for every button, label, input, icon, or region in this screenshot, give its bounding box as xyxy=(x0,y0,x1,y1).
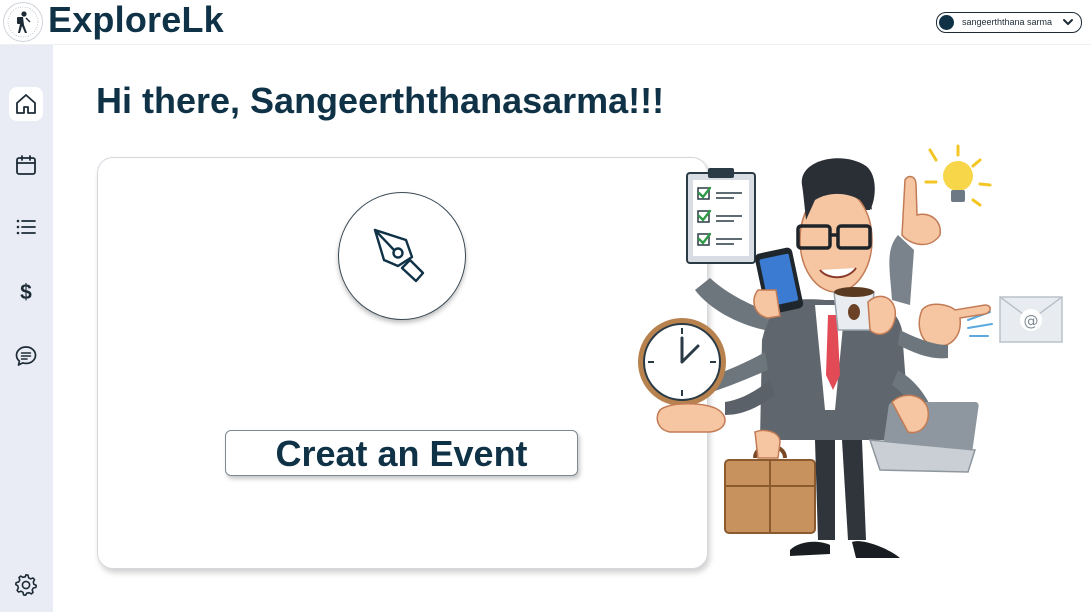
calendar-icon xyxy=(16,155,36,175)
home-icon xyxy=(16,94,36,114)
gear-icon xyxy=(15,574,37,596)
sidebar-item-messages[interactable] xyxy=(9,339,43,373)
list-icon xyxy=(16,219,36,235)
brand-logo[interactable] xyxy=(3,2,43,42)
brand-name[interactable]: ExploreLk xyxy=(48,0,224,41)
email-envelope-icon: @ xyxy=(967,296,1063,343)
svg-text:$: $ xyxy=(20,281,32,303)
user-menu[interactable]: sangeerththana sarma xyxy=(936,12,1082,33)
dollar-icon: $ xyxy=(20,281,32,303)
pen-nib-icon xyxy=(373,228,425,283)
hiker-icon xyxy=(7,6,39,38)
top-bar: ExploreLk sangeerththana sarma xyxy=(0,0,1091,45)
light-bulb-icon xyxy=(924,144,992,207)
sidebar-item-calendar[interactable] xyxy=(9,148,43,182)
briefcase-icon xyxy=(724,444,816,534)
create-event-card: Creat an Event xyxy=(97,157,708,569)
sidebar-item-settings[interactable] xyxy=(9,568,43,602)
chevron-down-icon[interactable] xyxy=(1062,16,1074,28)
sidebar-item-home[interactable] xyxy=(9,87,43,121)
chat-icon xyxy=(15,346,37,366)
user-name: sangeerththana sarma xyxy=(962,17,1053,27)
svg-text:@: @ xyxy=(1024,312,1039,330)
sidebar-item-list[interactable] xyxy=(9,210,43,244)
pen-nib-badge[interactable] xyxy=(338,192,466,320)
multitasking-businessman-illustration: @ xyxy=(638,144,1063,558)
create-event-button[interactable]: Creat an Event xyxy=(225,430,578,476)
page-title: Hi there, Sangeerththanasarma!!! xyxy=(96,80,665,121)
clipboard-icon xyxy=(686,168,756,264)
user-avatar xyxy=(939,15,954,30)
sidebar: $ xyxy=(0,45,53,612)
sidebar-item-payments[interactable]: $ xyxy=(9,274,43,308)
clock-icon xyxy=(638,318,726,406)
